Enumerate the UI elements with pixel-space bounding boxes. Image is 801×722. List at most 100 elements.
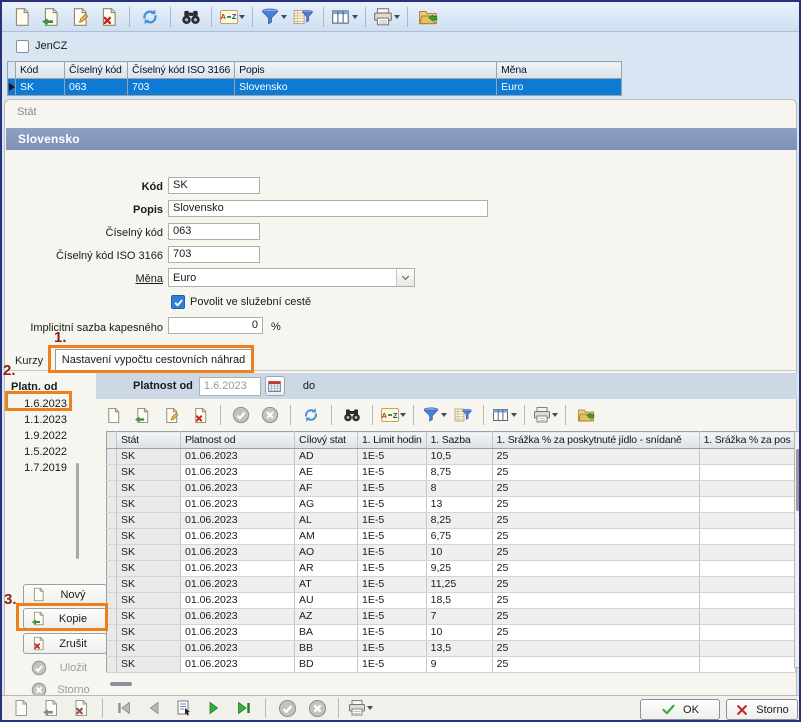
date-list-item[interactable]: 1.1.2023 <box>8 412 72 428</box>
cancel-button[interactable] <box>304 696 330 720</box>
last-record-button[interactable] <box>231 696 257 720</box>
cancel-button[interactable] <box>257 403 283 427</box>
new-button[interactable] <box>100 403 126 427</box>
col-stat[interactable]: Stát <box>117 432 181 449</box>
chevron-down-icon[interactable] <box>511 413 517 417</box>
print-button[interactable] <box>373 5 400 29</box>
col-ciselny-kod[interactable]: Číselný kód <box>65 62 128 79</box>
rate-row[interactable]: SK 01.06.2023 AZ 1E-5 7 25 <box>107 609 796 625</box>
chevron-down-icon[interactable] <box>281 15 287 19</box>
copy-button[interactable] <box>38 5 64 29</box>
export-button[interactable] <box>573 403 599 427</box>
popis-input[interactable]: Slovensko <box>168 200 488 217</box>
export-icon <box>420 11 437 23</box>
iso-input[interactable]: 703 <box>168 246 260 263</box>
rate-row[interactable]: SK 01.06.2023 AL 1E-5 8,25 25 <box>107 513 796 529</box>
delete-button[interactable] <box>96 5 122 29</box>
povolit-checkbox[interactable] <box>171 295 185 309</box>
table-vertical-scrollbar[interactable] <box>794 431 801 668</box>
filter-button[interactable] <box>260 5 287 29</box>
delete-button[interactable] <box>68 696 94 720</box>
rate-row[interactable]: SK 01.06.2023 AO 1E-5 10 25 <box>107 545 796 561</box>
chevron-down-icon[interactable] <box>239 15 245 19</box>
rate-row[interactable]: SK 01.06.2023 AD 1E-5 10,5 25 <box>107 449 796 465</box>
col-popis[interactable]: Popis <box>235 62 497 79</box>
ok-button[interactable]: OK <box>640 699 720 720</box>
form-view-button[interactable] <box>171 696 197 720</box>
combo-dropdown-button[interactable] <box>396 269 414 286</box>
table-horizontal-scrollbar[interactable] <box>110 682 132 686</box>
delete-button[interactable] <box>187 403 213 427</box>
first-record-button[interactable] <box>111 696 137 720</box>
storno-button[interactable]: Storno <box>726 699 798 720</box>
print-button[interactable] <box>347 696 373 720</box>
rate-row[interactable]: SK 01.06.2023 AU 1E-5 18,5 25 <box>107 593 796 609</box>
tab-kurzy[interactable]: Kurzy <box>15 352 43 371</box>
calendar-button[interactable] <box>265 376 285 396</box>
rate-row[interactable]: SK 01.06.2023 AG 1E-5 13 25 <box>107 497 796 513</box>
rate-row[interactable]: SK 01.06.2023 AT 1E-5 11,25 25 <box>107 577 796 593</box>
rate-row[interactable]: SK 01.06.2023 AE 1E-5 8,75 25 <box>107 465 796 481</box>
copy-button[interactable] <box>129 403 155 427</box>
filter-grid-button[interactable] <box>290 5 316 29</box>
search-button[interactable] <box>178 5 204 29</box>
chevron-down-icon[interactable] <box>367 706 373 710</box>
new-button[interactable] <box>8 696 34 720</box>
date-list-item[interactable]: 1.5.2022 <box>8 444 72 460</box>
prev-record-button[interactable] <box>141 696 167 720</box>
col-kod[interactable]: Kód <box>16 62 65 79</box>
refresh-button[interactable] <box>137 5 163 29</box>
new-button[interactable] <box>9 5 35 29</box>
col-platnost-od[interactable]: Platnost od <box>181 432 295 449</box>
search-button[interactable] <box>339 403 365 427</box>
sort-az-button[interactable]: AZ <box>380 403 406 427</box>
platnost-od-input[interactable]: 1.6.2023 <box>199 377 261 396</box>
next-record-button[interactable] <box>201 696 227 720</box>
mena-label[interactable]: Měna <box>5 272 163 286</box>
rate-row[interactable]: SK 01.06.2023 AR 1E-5 9,25 25 <box>107 561 796 577</box>
novy-button[interactable]: Nový <box>23 584 107 605</box>
chevron-down-icon[interactable] <box>400 413 406 417</box>
implicitni-input[interactable]: 0 <box>168 317 263 334</box>
date-list-item[interactable]: 1.9.2022 <box>8 428 72 444</box>
accept-button[interactable] <box>274 696 300 720</box>
sort-az-button[interactable]: AZ <box>219 5 245 29</box>
columns-button[interactable] <box>491 403 517 427</box>
jencz-checkbox[interactable] <box>16 40 29 53</box>
chevron-down-icon[interactable] <box>441 413 447 417</box>
col-limit-hodin[interactable]: 1. Limit hodin <box>358 432 427 449</box>
edit-button[interactable] <box>67 5 93 29</box>
copy-button[interactable] <box>38 696 64 720</box>
filter-button[interactable] <box>421 403 447 427</box>
date-list-scrollbar[interactable] <box>76 463 79 559</box>
rate-row[interactable]: SK 01.06.2023 AF 1E-5 8 25 <box>107 481 796 497</box>
filter-grid-button[interactable] <box>450 403 476 427</box>
chevron-down-icon[interactable] <box>394 15 400 19</box>
edit-button[interactable] <box>158 403 184 427</box>
col-sazba[interactable]: 1. Sazba <box>426 432 492 449</box>
chevron-down-icon[interactable] <box>552 413 558 417</box>
col-iso[interactable]: Číselný kód ISO 3166 <box>128 62 235 79</box>
rate-row[interactable]: SK 01.06.2023 BB 1E-5 13,5 25 <box>107 641 796 657</box>
export-button[interactable] <box>415 5 441 29</box>
ciselny-kod-input[interactable]: 063 <box>168 223 260 240</box>
mena-combobox[interactable]: Euro <box>168 268 415 287</box>
rate-row[interactable]: SK 01.06.2023 BA 1E-5 10 25 <box>107 625 796 641</box>
rate-row[interactable]: SK 01.06.2023 AM 1E-5 6,75 25 <box>107 529 796 545</box>
zrusit-button[interactable]: Zrušit <box>23 633 107 654</box>
country-row-selected[interactable]: SK 063 703 Slovensko Euro <box>8 79 622 96</box>
col-cilovy-stat[interactable]: Cílový stat <box>295 432 358 449</box>
kod-input[interactable]: SK <box>168 177 260 194</box>
date-list-item[interactable]: 1.7.2019 <box>8 460 72 476</box>
cell-platnost-od: 01.06.2023 <box>181 529 295 545</box>
col-mena[interactable]: Měna <box>497 62 622 79</box>
refresh-button[interactable] <box>298 403 324 427</box>
print-button[interactable] <box>532 403 558 427</box>
cell-cilovy-stat: AO <box>295 545 358 561</box>
chevron-down-icon[interactable] <box>352 15 358 19</box>
col-srazka-pos[interactable]: 1. Srážka % za pos <box>699 432 795 449</box>
col-srazka-snidane[interactable]: 1. Srážka % za poskytnuté jídlo - snídan… <box>492 432 699 449</box>
rate-row[interactable]: SK 01.06.2023 BD 1E-5 9 25 <box>107 657 796 673</box>
columns-button[interactable] <box>331 5 358 29</box>
accept-button[interactable] <box>228 403 254 427</box>
